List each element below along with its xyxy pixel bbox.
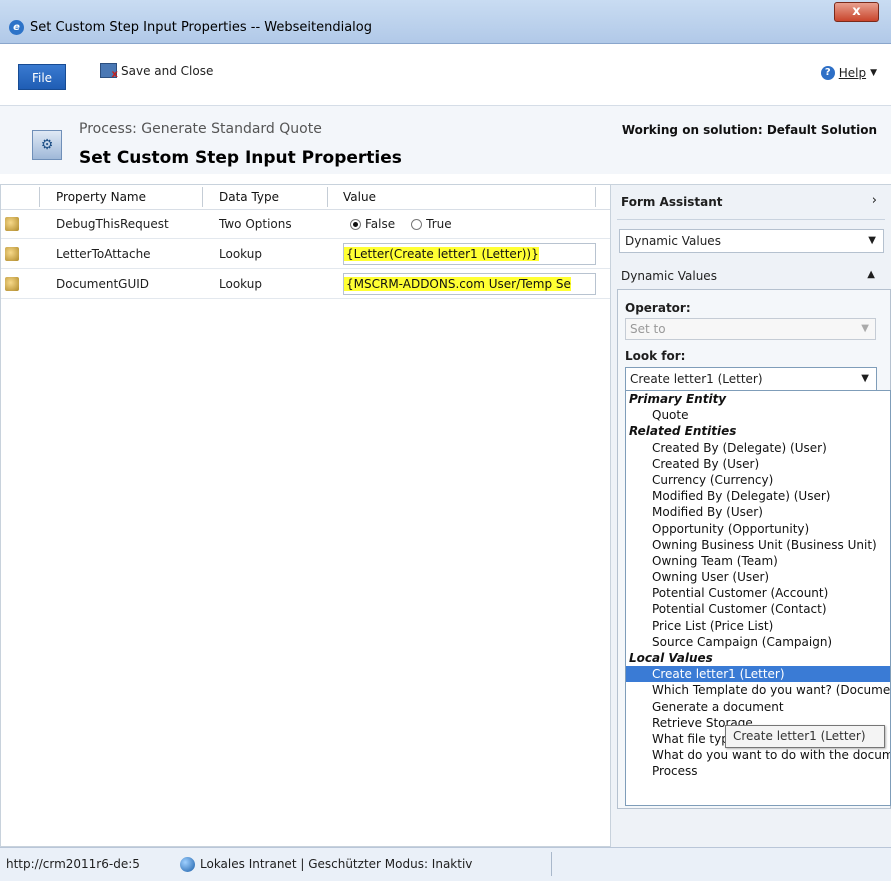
property-name: DebugThisRequest — [56, 217, 169, 231]
operator-select[interactable]: Set to ▼ — [625, 318, 876, 340]
properties-grid: Property Name Data Type Value DebugThisR… — [0, 184, 611, 847]
close-button[interactable]: x — [834, 2, 879, 22]
list-item[interactable]: Created By (Delegate) (User) — [626, 440, 890, 456]
solution-label: Working on solution: Default Solution — [621, 123, 877, 137]
form-assistant-title: Form Assistant — [621, 195, 723, 209]
column-separator — [595, 187, 596, 207]
status-bar: http://crm2011r6-de:5 Lokales Intranet |… — [0, 847, 891, 881]
table-row: DebugThisRequest Two Options False True — [1, 210, 610, 239]
assistant-mode-select[interactable]: Dynamic Values ▼ — [619, 229, 884, 253]
status-url: http://crm2011r6-de:5 — [6, 857, 140, 871]
list-group-header: Related Entities — [629, 424, 737, 439]
list-item[interactable]: Price List (Price List) — [626, 618, 890, 634]
page-title: Set Custom Step Input Properties — [79, 148, 402, 168]
property-icon — [5, 217, 19, 231]
list-item[interactable]: Currency (Currency) — [626, 472, 890, 488]
dynamic-value: {Letter(Create letter1 (Letter))} — [344, 247, 539, 261]
list-item[interactable]: Owning Business Unit (Business Unit) — [626, 537, 890, 553]
look-for-label: Look for: — [625, 349, 686, 363]
window-title-bar: e Set Custom Step Input Properties -- We… — [0, 0, 891, 44]
radio-false-label: False — [365, 217, 396, 231]
radio-true-label: True — [426, 217, 452, 231]
help-button[interactable]: ? Help ▼ — [820, 66, 877, 80]
list-item[interactable]: Owning Team (Team) — [626, 553, 890, 569]
property-icon — [5, 277, 19, 291]
list-item[interactable]: Potential Customer (Account) — [626, 585, 890, 601]
property-name: DocumentGUID — [56, 277, 150, 291]
save-and-close-button[interactable]: Save and Close — [100, 63, 214, 80]
chevron-down-icon: ▼ — [870, 68, 877, 78]
list-item[interactable]: Potential Customer (Contact) — [626, 601, 890, 617]
radio-true[interactable] — [411, 218, 423, 230]
list-item[interactable]: Owning User (User) — [626, 569, 890, 585]
page-header: ⚙ Process: Generate Standard Quote Set C… — [0, 106, 891, 174]
property-type: Lookup — [219, 247, 262, 261]
divider — [617, 219, 885, 220]
list-item[interactable]: Modified By (User) — [626, 504, 890, 520]
list-item[interactable]: What do you want to do with the document… — [626, 747, 890, 763]
tooltip: Create letter1 (Letter) — [725, 725, 885, 748]
list-item[interactable]: Created By (User) — [626, 456, 890, 472]
dynamic-value: {MSCRM-ADDONS.com User/Temp Se — [344, 277, 571, 291]
list-group-header: Primary Entity — [629, 392, 727, 406]
dynamic-values-section-title: Dynamic Values — [621, 269, 717, 283]
column-header-property-name[interactable]: Property Name — [56, 185, 146, 209]
list-item[interactable]: Which Template do you want? (Document Te… — [626, 682, 890, 698]
list-item[interactable]: Modified By (Delegate) (User) — [626, 488, 890, 504]
chevron-down-icon: ▼ — [861, 373, 869, 384]
column-separator — [327, 187, 328, 207]
process-step-icon: ⚙ — [32, 130, 62, 160]
assistant-mode-value: Dynamic Values — [625, 234, 721, 248]
property-name: LetterToAttache — [56, 247, 151, 261]
property-icon — [5, 247, 19, 261]
collapse-arrow-icon[interactable]: ▲ — [867, 269, 875, 280]
value-field[interactable]: {MSCRM-ADDONS.com User/Temp Se — [343, 273, 596, 295]
status-separator — [551, 852, 552, 876]
save-close-icon — [100, 63, 118, 80]
radio-false[interactable] — [350, 218, 361, 230]
chevron-down-icon: ▼ — [868, 235, 876, 246]
column-header-data-type[interactable]: Data Type — [219, 185, 279, 209]
list-item[interactable]: Opportunity (Opportunity) — [626, 521, 890, 537]
list-item[interactable]: Generate a document — [626, 699, 890, 715]
list-item[interactable]: Source Campaign (Campaign) — [626, 634, 890, 650]
chevron-down-icon: ▼ — [861, 323, 869, 334]
column-separator — [39, 187, 40, 207]
look-for-select[interactable]: Create letter1 (Letter) ▼ — [625, 367, 877, 391]
two-options-radio-group: False True — [350, 217, 452, 231]
operator-value: Set to — [630, 322, 666, 336]
list-item[interactable]: Quote — [626, 407, 890, 423]
browser-icon: e — [9, 20, 24, 35]
list-item[interactable]: Create letter1 (Letter) — [626, 666, 890, 683]
process-label: Process: Generate Standard Quote — [79, 121, 322, 137]
save-and-close-label: Save and Close — [121, 63, 214, 78]
list-group-header: Local Values — [629, 651, 713, 665]
security-zone-text: Lokales Intranet | Geschützter Modus: In… — [200, 857, 473, 871]
file-tab[interactable]: File — [18, 64, 66, 90]
property-type: Two Options — [219, 217, 292, 231]
table-row: LetterToAttache Lookup {Letter(Create le… — [1, 240, 610, 269]
ribbon: File Save and Close ? Help ▼ — [0, 44, 891, 106]
help-label: Help — [838, 66, 867, 80]
look-for-value: Create letter1 (Letter) — [630, 372, 763, 386]
chevron-right-icon[interactable]: › — [872, 193, 877, 208]
table-row: DocumentGUID Lookup {MSCRM-ADDONS.com Us… — [1, 270, 610, 299]
column-header-value[interactable]: Value — [343, 185, 376, 209]
property-type: Lookup — [219, 277, 262, 291]
window-title: Set Custom Step Input Properties -- Webs… — [30, 20, 372, 35]
column-separator — [202, 187, 203, 207]
list-item[interactable]: Process — [626, 763, 890, 779]
help-icon: ? — [820, 66, 835, 80]
intranet-zone-icon — [180, 857, 195, 872]
operator-label: Operator: — [625, 301, 691, 315]
value-field[interactable]: {Letter(Create letter1 (Letter))} — [343, 243, 596, 265]
